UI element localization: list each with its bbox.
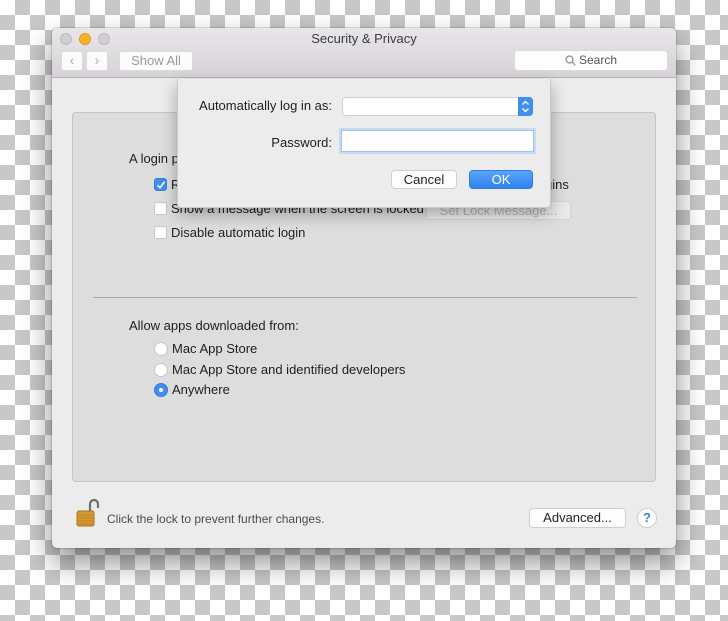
auto-login-sheet: Automatically log in as: Password: Cance… [177,79,551,208]
search-placeholder: Search [578,53,618,67]
password-label: Password: [271,135,332,150]
checkmark-icon [156,181,166,189]
window-title: Security & Privacy [311,31,417,46]
chevron-right-icon: › [94,52,100,68]
chevron-left-icon: ‹ [69,52,75,68]
radio-label-mac-app-store: Mac App Store [172,341,258,356]
show-message-checkbox[interactable] [154,202,167,215]
ok-button[interactable]: OK [469,170,533,189]
advanced-button[interactable]: Advanced... [529,508,626,528]
section-divider [93,297,637,298]
password-field[interactable] [341,130,534,152]
help-button[interactable]: ? [637,508,657,528]
disable-auto-login-label: Disable automatic login [171,225,306,240]
search-icon [565,55,576,66]
require-password-checkbox[interactable] [154,178,167,191]
auto-login-user-popup[interactable] [342,97,533,116]
title-bar: Security & Privacy ‹ › Show All Search [52,28,676,78]
radio-identified-developers[interactable] [154,363,168,377]
radio-mac-app-store[interactable] [154,342,168,356]
unlocked-padlock-icon[interactable] [76,498,100,531]
auto-login-label: Automatically log in as: [199,98,332,113]
radio-label-identified-developers: Mac App Store and identified developers [172,362,406,377]
allow-apps-heading: Allow apps downloaded from: [129,318,299,333]
lock-message: Click the lock to prevent further change… [107,512,325,526]
back-button[interactable]: ‹ [61,51,83,71]
radio-anywhere[interactable] [154,383,168,397]
login-password-label: A login p [129,151,179,166]
forward-button[interactable]: › [86,51,108,71]
popup-stepper-icon [518,97,533,116]
search-field[interactable]: Search [514,50,668,71]
disable-auto-login-checkbox[interactable] [154,226,167,239]
show-all-button[interactable]: Show All [119,51,193,71]
radio-label-anywhere: Anywhere [172,382,230,397]
help-icon: ? [643,510,651,525]
cancel-button[interactable]: Cancel [391,170,457,189]
